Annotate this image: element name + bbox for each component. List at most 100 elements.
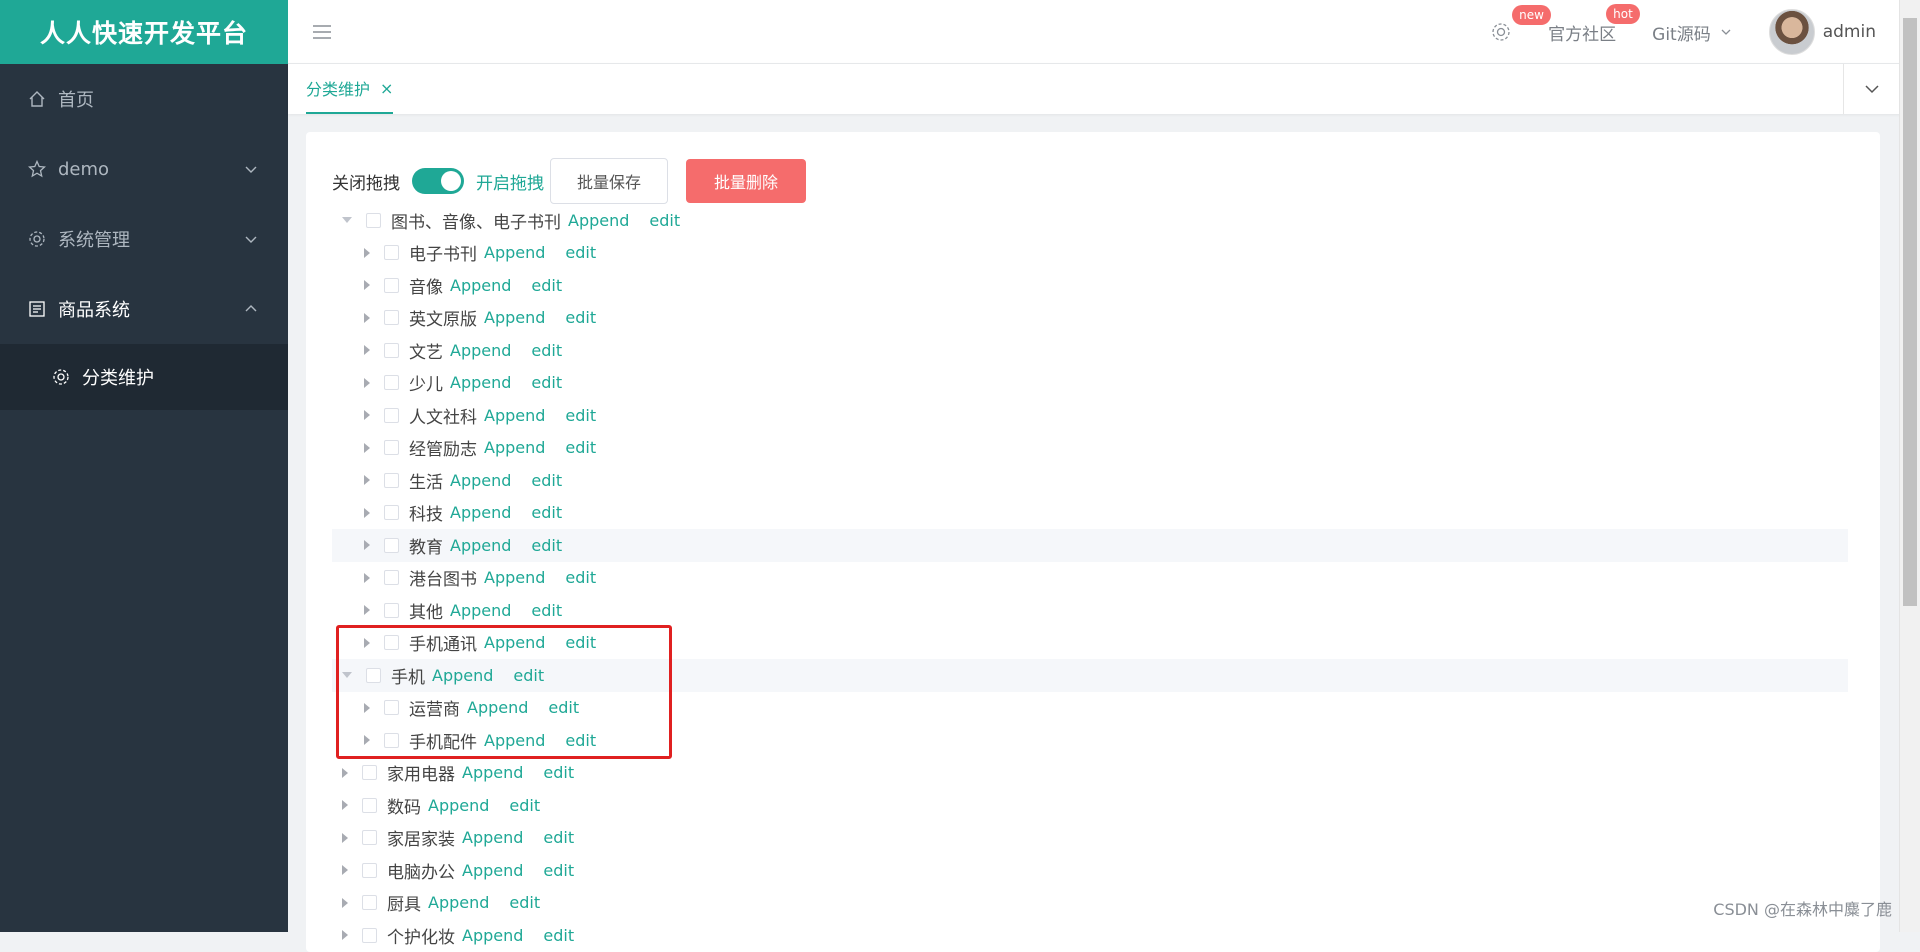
caret-right-icon[interactable] [364,377,370,388]
append-button[interactable]: Append [568,211,629,230]
node-checkbox[interactable] [362,797,377,813]
append-button[interactable]: Append [484,406,545,425]
node-checkbox[interactable] [384,472,399,488]
tree-node[interactable]: 图书、音像、电子书刊 Append edit [332,204,1848,237]
node-checkbox[interactable] [384,440,399,456]
tree-node[interactable]: 数码 Append edit [332,789,1848,822]
edit-button[interactable]: edit [531,276,562,295]
community-link[interactable]: 官方社区 hot [1548,3,1640,45]
node-checkbox[interactable] [384,537,399,553]
node-checkbox[interactable] [384,602,399,618]
tree-node[interactable]: 英文原版 Append edit [332,302,1848,335]
tree-node[interactable]: 其他 Append edit [332,594,1848,627]
append-button[interactable]: Append [428,893,489,912]
tree-node[interactable]: 电子书刊 Append edit [332,237,1848,270]
tab-menu-button[interactable] [1843,64,1900,114]
node-checkbox[interactable] [362,765,377,781]
node-checkbox[interactable] [366,212,381,228]
avatar[interactable] [1768,9,1815,55]
scrollbar-thumb[interactable] [1903,18,1917,606]
caret-right-icon[interactable] [342,865,348,876]
edit-button[interactable]: edit [531,503,562,522]
caret-right-icon[interactable] [342,767,348,778]
tree-node[interactable]: 文艺 Append edit [332,334,1848,367]
drag-toggle[interactable] [412,168,464,194]
node-checkbox[interactable] [384,245,399,261]
caret-right-icon[interactable] [342,800,348,811]
append-button[interactable]: Append [450,373,511,392]
tree-node[interactable]: 电脑办公 Append edit [332,854,1848,887]
append-button[interactable]: Append [450,276,511,295]
caret-right-icon[interactable] [342,832,348,843]
edit-button[interactable]: edit [565,406,596,425]
append-button[interactable]: Append [462,828,523,847]
sidebar-item-system[interactable]: 系统管理 [0,204,288,274]
node-checkbox[interactable] [384,505,399,521]
caret-right-icon[interactable] [342,897,348,908]
node-checkbox[interactable] [384,407,399,423]
tree-node[interactable]: 科技 Append edit [332,497,1848,530]
caret-right-icon[interactable] [364,312,370,323]
caret-right-icon[interactable] [364,475,370,486]
edit-button[interactable]: edit [531,341,562,360]
append-button[interactable]: Append [428,796,489,815]
append-button[interactable]: Append [450,601,511,620]
append-button[interactable]: Append [462,861,523,880]
tree-node[interactable]: 港台图书 Append edit [332,562,1848,595]
sidebar-item-product[interactable]: 商品系统 [0,274,288,344]
edit-button[interactable]: edit [565,568,596,587]
sidebar-item-category[interactable]: 分类维护 [0,344,288,410]
batch-save-button[interactable]: 批量保存 [550,158,669,204]
tree-node[interactable]: 个护化妆 Append edit [332,919,1848,952]
append-button[interactable]: Append [450,341,511,360]
tree-node[interactable]: 经管励志 Append edit [332,432,1848,465]
edit-button[interactable]: edit [543,763,574,782]
caret-right-icon[interactable] [364,507,370,518]
tree-node[interactable]: 少儿 Append edit [332,367,1848,400]
edit-button[interactable]: edit [531,373,562,392]
hamburger-icon[interactable] [312,22,332,42]
node-checkbox[interactable] [362,830,377,846]
node-checkbox[interactable] [362,862,377,878]
append-button[interactable]: Append [450,536,511,555]
node-checkbox[interactable] [384,342,399,358]
append-button[interactable]: Append [484,568,545,587]
edit-button[interactable]: edit [509,893,540,912]
page-scrollbar[interactable] [1899,0,1920,932]
batch-delete-button[interactable]: 批量删除 [686,159,807,203]
git-dropdown[interactable]: Git源码 [1652,20,1733,45]
tree-node[interactable]: 厨具 Append edit [332,887,1848,920]
caret-down-icon[interactable] [342,217,352,224]
sidebar-item-demo[interactable]: demo [0,134,288,204]
close-icon[interactable]: × [380,79,393,98]
edit-button[interactable]: edit [509,796,540,815]
append-button[interactable]: Append [484,438,545,457]
tree-node[interactable]: 家用电器 Append edit [332,757,1848,790]
tree-node[interactable]: 音像 Append edit [332,269,1848,302]
append-button[interactable]: Append [450,471,511,490]
caret-right-icon[interactable] [364,605,370,616]
edit-button[interactable]: edit [543,861,574,880]
append-button[interactable]: Append [484,243,545,262]
edit-button[interactable]: edit [543,926,574,945]
node-checkbox[interactable] [362,895,377,911]
caret-right-icon[interactable] [364,442,370,453]
sidebar-item-home[interactable]: 首页 [0,64,288,134]
tree-node[interactable]: 生活 Append edit [332,464,1848,497]
app-logo[interactable]: 人人快速开发平台 [0,0,288,64]
edit-button[interactable]: edit [531,471,562,490]
edit-button[interactable]: edit [543,828,574,847]
caret-right-icon[interactable] [364,572,370,583]
append-button[interactable]: Append [462,926,523,945]
caret-right-icon[interactable] [364,540,370,551]
caret-right-icon[interactable] [364,247,370,258]
edit-button[interactable]: edit [531,536,562,555]
edit-button[interactable]: edit [649,211,680,230]
node-checkbox[interactable] [384,375,399,391]
append-button[interactable]: Append [484,308,545,327]
node-checkbox[interactable] [384,310,399,326]
node-checkbox[interactable] [384,570,399,586]
edit-button[interactable]: edit [565,243,596,262]
append-button[interactable]: Append [450,503,511,522]
edit-button[interactable]: edit [565,308,596,327]
